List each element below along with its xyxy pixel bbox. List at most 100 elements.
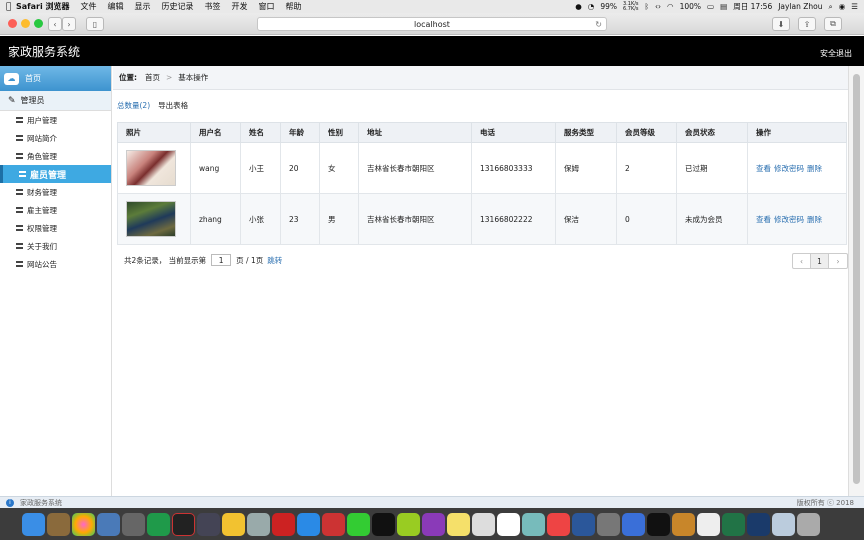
cyberduck-icon[interactable] bbox=[222, 512, 245, 536]
page-number-input[interactable]: 1 bbox=[211, 254, 232, 266]
employee-photo[interactable] bbox=[126, 201, 176, 237]
scrollbar-thumb[interactable] bbox=[853, 74, 860, 484]
view-link[interactable]: 查看 bbox=[756, 164, 771, 173]
sidebar-item-label: 权限管理 bbox=[27, 223, 57, 233]
delete-link[interactable]: 删除 bbox=[807, 215, 822, 224]
change-password-link[interactable]: 修改密码 bbox=[774, 215, 804, 224]
menu-help[interactable]: 帮助 bbox=[286, 1, 302, 12]
spotlight-icon[interactable]: ⌕ bbox=[829, 2, 833, 12]
view-link[interactable]: 查看 bbox=[756, 215, 771, 224]
employee-photo[interactable] bbox=[126, 150, 176, 186]
sidebar-item-users[interactable]: 用户管理 bbox=[0, 111, 111, 129]
minimize-window-button[interactable] bbox=[21, 19, 30, 28]
menu-history[interactable]: 历史记录 bbox=[162, 1, 194, 12]
sidebar-item-site-intro[interactable]: 网站简介 bbox=[0, 129, 111, 147]
maps-icon[interactable] bbox=[522, 512, 545, 536]
downloads-folder-icon[interactable] bbox=[772, 512, 795, 536]
sequel-icon[interactable] bbox=[247, 512, 270, 536]
axure-icon[interactable] bbox=[422, 512, 445, 536]
wechat-tray-icon[interactable]: ● bbox=[575, 2, 582, 11]
user-name[interactable]: Jaylan Zhou bbox=[778, 2, 822, 11]
qq-icon[interactable] bbox=[372, 512, 395, 536]
apple-icon[interactable]:  bbox=[6, 2, 16, 12]
menu-window[interactable]: 窗口 bbox=[259, 1, 275, 12]
zoom-window-button[interactable] bbox=[34, 19, 43, 28]
sidebar-item-about[interactable]: 关于我们 bbox=[0, 237, 111, 255]
menu-bookmarks[interactable]: 书签 bbox=[205, 1, 221, 12]
breadcrumb-home[interactable]: 首页 bbox=[145, 72, 160, 83]
baidu-netdisk-icon[interactable] bbox=[622, 512, 645, 536]
sidebar-toggle-button[interactable]: ▯ bbox=[86, 17, 104, 31]
excel-icon[interactable] bbox=[722, 512, 745, 536]
wechat-icon[interactable] bbox=[347, 512, 370, 536]
photos-icon[interactable] bbox=[72, 512, 95, 536]
intellij-icon[interactable] bbox=[172, 512, 195, 536]
change-password-link[interactable]: 修改密码 bbox=[774, 164, 804, 173]
sidebar-item-announcements[interactable]: 网站公告 bbox=[0, 255, 111, 273]
wifi-icon[interactable]: ◠ bbox=[667, 2, 674, 11]
bluetooth-icon[interactable]: ᛒ bbox=[645, 2, 650, 11]
sidebar-home[interactable]: ☁ 首页 bbox=[0, 66, 111, 91]
launchpad-icon[interactable] bbox=[122, 512, 145, 536]
jump-button[interactable]: 跳转 bbox=[267, 255, 282, 266]
sidebar-item-employees[interactable]: 雇员管理 bbox=[0, 165, 111, 183]
qq-secondary-icon[interactable] bbox=[647, 512, 670, 536]
address-bar[interactable]: localhost ↻ bbox=[257, 17, 607, 31]
redis-icon[interactable] bbox=[272, 512, 295, 536]
cpu-usage[interactable]: 99% bbox=[600, 2, 617, 11]
terminal-icon[interactable] bbox=[197, 512, 220, 536]
clock[interactable]: 周日 17:56 bbox=[733, 1, 772, 12]
music-icon[interactable] bbox=[547, 512, 570, 536]
battery-icon[interactable]: ▭ bbox=[707, 2, 714, 11]
chrome-icon[interactable] bbox=[397, 512, 420, 536]
notes-app-icon[interactable] bbox=[47, 512, 70, 536]
siri-icon[interactable]: ◉ bbox=[839, 2, 846, 11]
total-count-link[interactable]: 总数量(2) bbox=[117, 100, 150, 111]
word-icon[interactable] bbox=[572, 512, 595, 536]
close-window-button[interactable] bbox=[8, 19, 17, 28]
page-1-button[interactable]: 1 bbox=[811, 254, 829, 268]
delete-link[interactable]: 删除 bbox=[807, 164, 822, 173]
page-scrollbar[interactable] bbox=[848, 66, 864, 496]
preview-icon[interactable] bbox=[97, 512, 120, 536]
notification-tray-icon[interactable]: ◔ bbox=[588, 2, 595, 11]
menu-edit[interactable]: 编辑 bbox=[108, 1, 124, 12]
logout-link[interactable]: 安全退出 bbox=[820, 48, 852, 59]
sidebar-item-finance[interactable]: 财务管理 bbox=[0, 183, 111, 201]
reminders-icon[interactable] bbox=[472, 512, 495, 536]
sublime-icon[interactable] bbox=[672, 512, 695, 536]
menu-file[interactable]: 文件 bbox=[81, 1, 97, 12]
system-preferences-icon[interactable] bbox=[597, 512, 620, 536]
prev-page-button[interactable]: ‹ bbox=[793, 254, 811, 268]
sidebar-item-permissions[interactable]: 权限管理 bbox=[0, 219, 111, 237]
member-status-cell: 未成为会员 bbox=[676, 193, 748, 245]
sidebar-group-admin[interactable]: ✎ 管理员 bbox=[0, 91, 111, 111]
pycharm-icon[interactable] bbox=[147, 512, 170, 536]
next-page-button[interactable]: › bbox=[829, 254, 847, 268]
finder-icon[interactable] bbox=[22, 512, 45, 536]
code-tray-icon[interactable]: ‹› bbox=[655, 2, 661, 11]
textedit-icon[interactable] bbox=[697, 512, 720, 536]
trash-icon[interactable] bbox=[797, 512, 820, 536]
network-speed[interactable]: 3.1K/s 6.7K/s bbox=[623, 1, 639, 12]
tabs-overview-button[interactable]: ⧉ bbox=[824, 17, 842, 31]
calendar-icon[interactable] bbox=[497, 512, 520, 536]
flag-icon[interactable]: ▤ bbox=[720, 2, 727, 11]
menu-app-name[interactable]: Safari 浏览器 bbox=[16, 1, 70, 12]
menu-develop[interactable]: 开发 bbox=[232, 1, 248, 12]
share-button[interactable]: ⇪ bbox=[798, 17, 816, 31]
forward-button[interactable]: › bbox=[62, 17, 76, 31]
menu-view[interactable]: 显示 bbox=[135, 1, 151, 12]
sidebar-item-roles[interactable]: 角色管理 bbox=[0, 147, 111, 165]
sidebar-item-employers[interactable]: 雇主管理 bbox=[0, 201, 111, 219]
back-button[interactable]: ‹ bbox=[48, 17, 62, 31]
export-table-button[interactable]: 导出表格 bbox=[158, 100, 188, 111]
notification-center-icon[interactable]: ☰ bbox=[851, 2, 858, 11]
stickies-icon[interactable] bbox=[447, 512, 470, 536]
safari-icon[interactable] bbox=[297, 512, 320, 536]
battery-percent[interactable]: 100% bbox=[680, 2, 701, 11]
reload-icon[interactable]: ↻ bbox=[595, 18, 602, 31]
network-icon[interactable] bbox=[747, 512, 770, 536]
downloads-button[interactable]: ⬇ bbox=[772, 17, 790, 31]
screenshot-icon[interactable] bbox=[322, 512, 345, 536]
